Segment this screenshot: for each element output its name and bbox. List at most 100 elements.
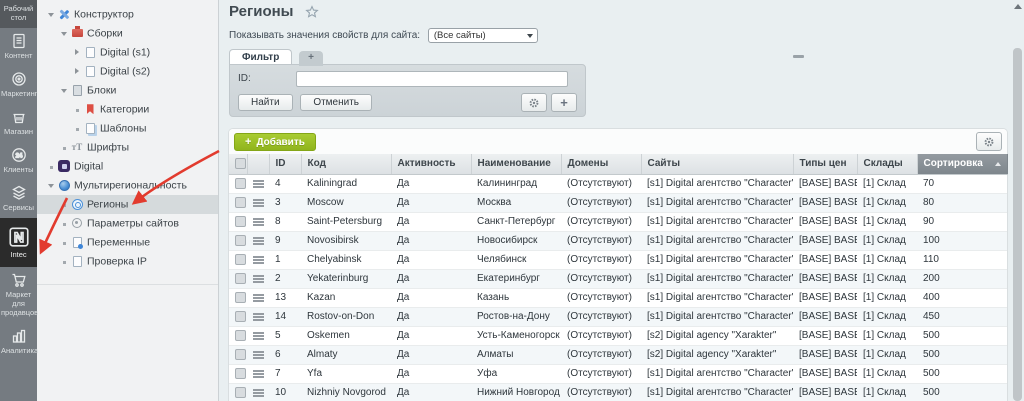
row-checkbox[interactable] bbox=[235, 311, 246, 322]
row-checkbox[interactable] bbox=[235, 292, 246, 303]
sidebar-item-marketing[interactable]: Маркетинг bbox=[0, 66, 37, 104]
grid-settings-button[interactable] bbox=[976, 132, 1002, 151]
row-menu-icon[interactable] bbox=[253, 218, 264, 220]
cancel-button[interactable]: Отменить bbox=[300, 94, 372, 111]
row-menu-icon[interactable] bbox=[253, 351, 264, 353]
tree-item-builds[interactable]: Сборки bbox=[37, 24, 218, 43]
row-checkbox[interactable] bbox=[235, 330, 246, 341]
filter-minimize-icon[interactable] bbox=[793, 55, 804, 58]
row-checkbox[interactable] bbox=[235, 368, 246, 379]
row-menu-icon[interactable] bbox=[253, 256, 264, 258]
tree-item-digital[interactable]: Digital bbox=[37, 157, 218, 176]
row-menu-icon[interactable] bbox=[253, 313, 264, 315]
header-menu-column bbox=[247, 154, 269, 174]
cell-id: 14 bbox=[269, 307, 301, 326]
row-checkbox[interactable] bbox=[235, 254, 246, 265]
row-checkbox[interactable] bbox=[235, 178, 246, 189]
row-menu-icon[interactable] bbox=[253, 389, 264, 391]
select-all-checkbox[interactable] bbox=[235, 158, 246, 169]
sidebar-item-clients[interactable]: 24Клиенты bbox=[0, 142, 37, 180]
tree-item-blocks[interactable]: Блоки bbox=[37, 81, 218, 100]
sidebar-item-desktop[interactable]: Рабочий стол bbox=[0, 0, 37, 28]
column-header[interactable]: Типы цен bbox=[793, 154, 857, 174]
filter-id-input[interactable] bbox=[296, 71, 568, 87]
table-row[interactable]: 8Saint-PetersburgДаСанкт-Петербург(Отсут… bbox=[229, 212, 1007, 231]
add-region-button[interactable]: +Добавить bbox=[234, 133, 316, 151]
row-checkbox[interactable] bbox=[235, 349, 246, 360]
cell-name: Усть-Каменогорск bbox=[471, 326, 561, 345]
tree-toggle-icon[interactable] bbox=[71, 43, 83, 62]
table-row[interactable]: 9NovosibirskДаНовосибирск(Отсутствуют)[s… bbox=[229, 231, 1007, 250]
tree-item-tools[interactable]: Конструктор bbox=[37, 5, 218, 24]
cell-id: 8 bbox=[269, 212, 301, 231]
row-checkbox[interactable] bbox=[235, 216, 246, 227]
tree-toggle-icon[interactable] bbox=[71, 62, 83, 81]
filter-tab[interactable]: Фильтр bbox=[229, 49, 292, 64]
column-header[interactable]: Код bbox=[301, 154, 391, 174]
table-row[interactable]: 6AlmatyДаАлматы(Отсутствуют)[s2] Digital… bbox=[229, 345, 1007, 364]
table-row[interactable]: 1ChelyabinskДаЧелябинск(Отсутствуют)[s1]… bbox=[229, 250, 1007, 269]
sidebar-item-intec[interactable]: NIntec bbox=[0, 218, 37, 267]
tree-item-page[interactable]: Digital (s1) bbox=[37, 43, 218, 62]
row-menu-icon[interactable] bbox=[253, 237, 264, 239]
row-menu-icon[interactable] bbox=[253, 294, 264, 296]
column-header[interactable]: Сортировка bbox=[917, 154, 1007, 174]
tree-toggle-icon[interactable] bbox=[45, 5, 57, 24]
tree-toggle-icon[interactable] bbox=[58, 24, 70, 43]
tree-item-fonts[interactable]: Шрифты bbox=[37, 138, 218, 157]
table-row[interactable]: 4KaliningradДаКалининград(Отсутствуют)[s… bbox=[229, 174, 1007, 193]
filter-settings-button[interactable] bbox=[521, 93, 547, 112]
filter-add-tab[interactable]: + bbox=[299, 51, 323, 66]
table-row[interactable]: 14Rostov-on-DonДаРостов-на-Дону(Отсутств… bbox=[229, 307, 1007, 326]
column-header[interactable]: Активность bbox=[391, 154, 471, 174]
fonts-icon bbox=[70, 138, 84, 157]
table-row[interactable]: 7YfaДаУфа(Отсутствуют)[s1] Digital агент… bbox=[229, 364, 1007, 383]
header-select-all[interactable] bbox=[229, 154, 247, 174]
column-header[interactable]: Домены bbox=[561, 154, 641, 174]
scrollbar-thumb[interactable] bbox=[1013, 48, 1022, 401]
tree-item-ip-check[interactable]: Проверка IP bbox=[37, 252, 218, 271]
tree-item-regions[interactable]: Регионы bbox=[37, 195, 218, 214]
cell-stocks: [1] Склад bbox=[857, 326, 917, 345]
vertical-scrollbar[interactable] bbox=[1012, 0, 1022, 401]
table-row[interactable]: 2YekaterinburgДаЕкатеринбург(Отсутствуют… bbox=[229, 269, 1007, 288]
row-menu-icon[interactable] bbox=[253, 180, 264, 182]
tree-toggle-icon[interactable] bbox=[58, 81, 70, 100]
row-menu-icon[interactable] bbox=[253, 199, 264, 201]
column-header[interactable]: Склады bbox=[857, 154, 917, 174]
table-row[interactable]: 10Nizhniy NovgorodДаНижний Новгород(Отсу… bbox=[229, 383, 1007, 401]
row-checkbox[interactable] bbox=[235, 197, 246, 208]
tree-item-globe[interactable]: Мультирегиональность bbox=[37, 176, 218, 195]
row-menu-icon[interactable] bbox=[253, 275, 264, 277]
filter-plus-button[interactable]: + bbox=[551, 93, 577, 112]
sidebar-item-analytics[interactable]: Аналитика bbox=[0, 323, 37, 361]
module-sidebar: Рабочий столКонтентМаркетингМагазин24Кли… bbox=[0, 0, 37, 401]
tree-item-variables[interactable]: Переменные bbox=[37, 233, 218, 252]
tree-item-label: Digital bbox=[74, 160, 103, 172]
table-row[interactable]: 5OskemenДаУсть-Каменогорск(Отсутствуют)[… bbox=[229, 326, 1007, 345]
find-button[interactable]: Найти bbox=[238, 94, 293, 111]
column-header[interactable]: Сайты bbox=[641, 154, 793, 174]
table-row[interactable]: 3MoscowДаМосква(Отсутствуют)[s1] Digital… bbox=[229, 193, 1007, 212]
row-menu-icon[interactable] bbox=[253, 332, 264, 334]
sidebar-item-shop[interactable]: Магазин bbox=[0, 104, 37, 142]
sidebar-item-market[interactable]: Маркет для продавцов bbox=[0, 267, 37, 323]
tree-item-templates[interactable]: Шаблоны bbox=[37, 119, 218, 138]
scroll-up-icon[interactable] bbox=[1014, 4, 1022, 9]
row-checkbox[interactable] bbox=[235, 235, 246, 246]
tree-item-bookmark[interactable]: Категории bbox=[37, 100, 218, 119]
table-row[interactable]: 13KazanДаКазань(Отсутствуют)[s1] Digital… bbox=[229, 288, 1007, 307]
row-menu-icon[interactable] bbox=[253, 370, 264, 372]
tree-item-gear[interactable]: Параметры сайтов bbox=[37, 214, 218, 233]
sidebar-item-content[interactable]: Контент bbox=[0, 28, 37, 66]
row-checkbox[interactable] bbox=[235, 273, 246, 284]
site-select[interactable]: (Все сайты) bbox=[428, 28, 538, 43]
column-header[interactable]: ID bbox=[269, 154, 301, 174]
tree-toggle-icon[interactable] bbox=[45, 176, 57, 195]
column-header[interactable]: Наименование bbox=[471, 154, 561, 174]
favorite-star-icon[interactable] bbox=[305, 5, 319, 19]
row-checkbox[interactable] bbox=[235, 387, 246, 398]
tree-item-page[interactable]: Digital (s2) bbox=[37, 62, 218, 81]
sidebar-item-services[interactable]: Сервисы bbox=[0, 180, 37, 218]
cell-domains: (Отсутствуют) bbox=[561, 250, 641, 269]
